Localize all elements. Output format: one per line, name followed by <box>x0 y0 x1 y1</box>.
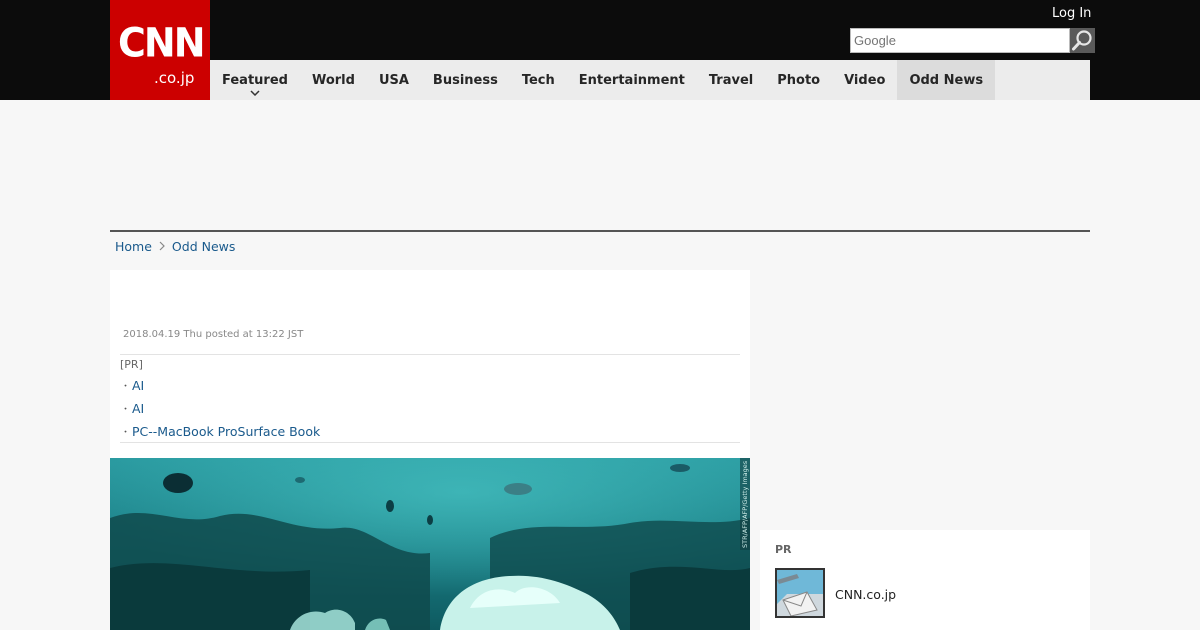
nav-item-label: Video <box>844 72 886 88</box>
nav-item-tech[interactable]: Tech <box>510 60 567 100</box>
pr-list: ・ AI ・ AI ・ PC--MacBook ProSurface Book <box>120 374 740 443</box>
pr-thumbnail[interactable] <box>775 568 825 618</box>
nav-item-label: Entertainment <box>578 72 685 88</box>
posted-timestamp: 2018.04.19 Thu posted at 13:22 JST <box>123 329 304 340</box>
main-nav: Featured World USA Business Tech Enterta… <box>210 60 1090 100</box>
breadcrumb-home[interactable]: Home <box>115 239 152 254</box>
list-item: ・ AI <box>120 397 740 420</box>
nav-item-label: Tech <box>521 72 555 88</box>
article-card: 2018.04.19 Thu posted at 13:22 JST [PR] … <box>110 270 750 630</box>
nav-item-label: Business <box>432 72 498 88</box>
pr-link[interactable]: AI <box>132 401 144 416</box>
nav-item-travel[interactable]: Travel <box>697 60 765 100</box>
nav-item-label: USA <box>378 72 409 88</box>
nav-item-odd-news[interactable]: Odd News <box>897 60 996 100</box>
nav-item-photo[interactable]: Photo <box>765 60 832 100</box>
divider <box>120 442 740 443</box>
nav-item-business[interactable]: Business <box>421 60 510 100</box>
pr-tag: [PR] <box>120 358 143 371</box>
nav-item-video[interactable]: Video <box>832 60 897 100</box>
search-bar <box>850 28 1095 53</box>
list-item: ・ AI <box>120 374 740 397</box>
pr-links-box: [PR] ・ AI ・ AI ・ PC--MacBook ProSurface … <box>120 354 740 439</box>
nav-item-label: Photo <box>777 72 821 88</box>
pr-tag: PR <box>775 543 792 556</box>
nav-item-usa[interactable]: USA <box>367 60 421 100</box>
login-link[interactable]: Log In <box>1052 6 1091 21</box>
pr-link[interactable]: PC--MacBook ProSurface Book <box>132 424 320 439</box>
bullet: ・ <box>121 428 131 438</box>
chevron-right-icon <box>159 241 165 251</box>
section-divider <box>110 230 1090 232</box>
nav-item-entertainment[interactable]: Entertainment <box>567 60 697 100</box>
search-input[interactable] <box>850 28 1070 53</box>
search-button[interactable] <box>1070 28 1095 53</box>
logo-domain: .co.jp <box>154 69 195 87</box>
nav-item-label: Odd News <box>909 72 984 88</box>
envelope-icon <box>777 570 823 616</box>
nav-item-label: World <box>311 72 355 88</box>
cnn-logo[interactable]: CNN .co.jp <box>110 0 210 100</box>
nav-item-world[interactable]: World <box>300 60 367 100</box>
nav-item-label: Featured <box>222 72 288 88</box>
search-icon <box>1072 30 1092 51</box>
nav-item-label: Travel <box>708 72 754 88</box>
breadcrumb: Home Odd News <box>115 238 235 254</box>
pr-link[interactable]: AI <box>132 378 144 393</box>
bullet: ・ <box>121 405 131 415</box>
article-photo: STR/AFP/AFP/Getty Images <box>110 458 750 630</box>
pr-item-link[interactable]: CNN.co.jp <box>835 587 896 602</box>
breadcrumb-odd-news[interactable]: Odd News <box>172 239 235 254</box>
list-item: ・ PC--MacBook ProSurface Book <box>120 420 740 443</box>
chevron-down-icon <box>250 90 260 96</box>
bullet: ・ <box>121 382 131 392</box>
nav-item-featured[interactable]: Featured <box>210 60 300 100</box>
photo-credit: STR/AFP/AFP/Getty Images <box>741 460 749 548</box>
logo-wordmark: CNN <box>118 19 205 67</box>
site-header: CNN .co.jp Log In Featured World USA Bus… <box>0 0 1200 100</box>
sidebar-pr: PR CNN.co.jp <box>760 530 1090 630</box>
divider <box>120 354 740 355</box>
